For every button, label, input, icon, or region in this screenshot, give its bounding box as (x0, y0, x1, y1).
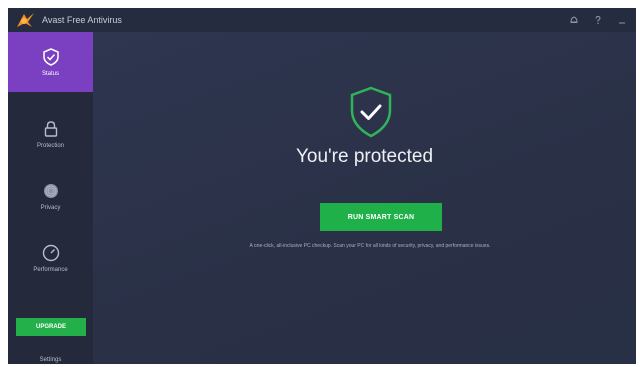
main-panel: You're protected RUN SMART SCAN A one-cl… (93, 32, 636, 364)
minimize-icon[interactable] (616, 14, 628, 26)
app-window: Avast Free Antivirus Status Protection P… (8, 8, 636, 364)
sidebar-item-protection[interactable]: Protection (8, 104, 93, 164)
bell-icon[interactable] (568, 14, 580, 26)
app-title: Avast Free Antivirus (42, 15, 122, 25)
sidebar-item-privacy[interactable]: Privacy (8, 166, 93, 226)
sidebar-item-label: Performance (33, 267, 68, 273)
gauge-icon (41, 243, 61, 263)
sidebar-item-label: Protection (36, 143, 64, 149)
sidebar-item-label: Status (41, 71, 59, 77)
sidebar-item-performance[interactable]: Performance (8, 228, 93, 288)
sidebar-item-status[interactable]: Status (8, 32, 93, 92)
status-headline: You're protected (295, 146, 434, 167)
sidebar: Status Protection Privacy Performance UP… (8, 32, 93, 364)
settings-link[interactable]: Settings (8, 350, 93, 364)
scan-description: A one-click, all-inclusive PC checkup. S… (249, 243, 491, 249)
protected-shield-icon (349, 86, 393, 138)
sidebar-item-label: Privacy (40, 205, 61, 211)
avast-logo-icon (14, 10, 36, 30)
window-controls (568, 8, 628, 32)
upgrade-button[interactable]: UPGRADE (16, 318, 86, 336)
help-icon[interactable] (592, 14, 604, 26)
run-smart-scan-button[interactable]: RUN SMART SCAN (320, 203, 442, 231)
lock-icon (41, 119, 61, 139)
fingerprint-icon (41, 181, 61, 201)
title-bar: Avast Free Antivirus (8, 8, 636, 32)
shield-check-icon (41, 47, 61, 67)
